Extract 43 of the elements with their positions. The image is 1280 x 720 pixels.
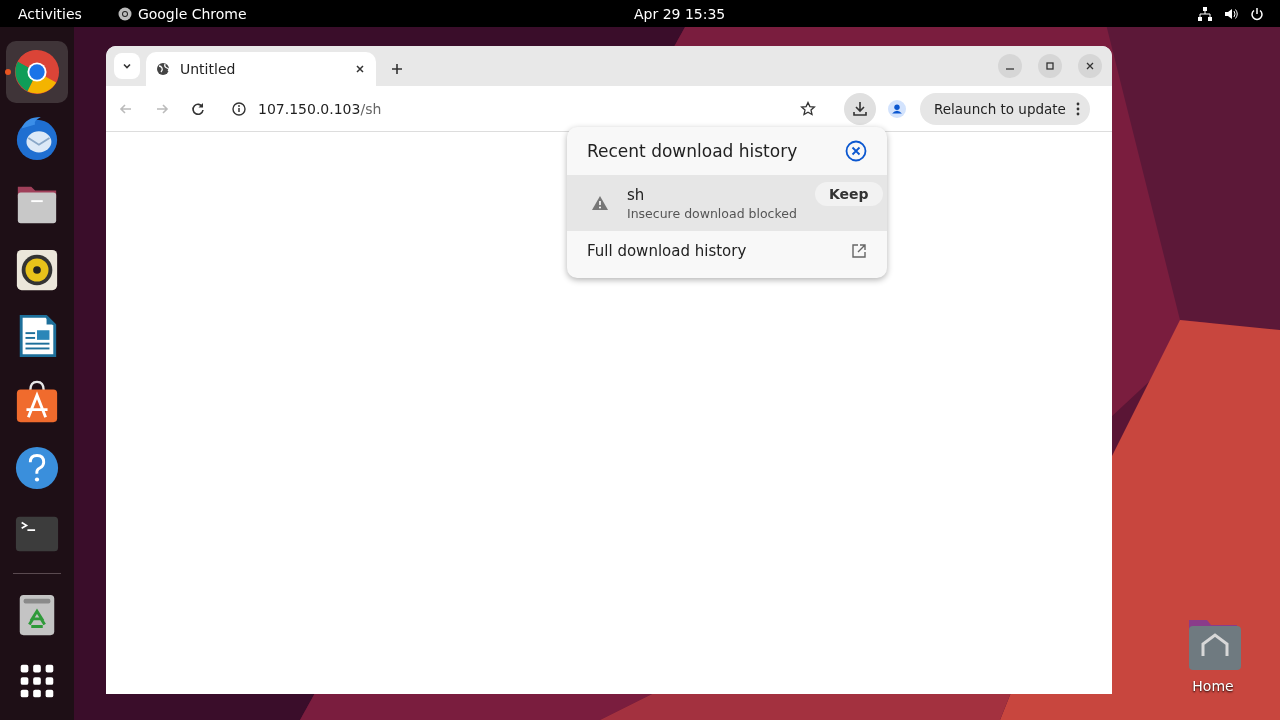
external-link-icon — [851, 243, 867, 259]
download-item[interactable]: sh Insecure download blocked Keep — [567, 175, 887, 231]
globe-icon — [156, 62, 170, 76]
panel-title: Recent download history — [587, 141, 798, 161]
profile-icon[interactable] — [888, 99, 906, 118]
file-name: sh — [627, 185, 646, 204]
tab-title: Untitled — [180, 61, 237, 77]
more-icon — [1075, 101, 1080, 116]
browser-tab[interactable]: Untitled — [146, 52, 376, 86]
relaunch-button[interactable]: Relaunch to update — [920, 92, 1090, 125]
volume-icon[interactable] — [1224, 6, 1238, 21]
minimize-button[interactable] — [998, 54, 1022, 78]
clock[interactable]: Apr 29 15:35 — [634, 5, 726, 22]
close-icon — [1085, 61, 1095, 71]
chrome-icon — [117, 6, 132, 21]
reload-icon[interactable] — [190, 100, 206, 117]
star-icon[interactable] — [800, 100, 816, 117]
power-icon[interactable] — [1250, 6, 1264, 21]
activities-button[interactable]: Activities — [18, 5, 82, 22]
help-icon — [14, 445, 60, 491]
maximize-button[interactable] — [1038, 54, 1062, 78]
browser-icon — [14, 49, 60, 95]
full-history-link[interactable]: Full download history — [567, 231, 887, 271]
warning-icon — [591, 195, 609, 211]
new-tab-icon[interactable] — [390, 62, 404, 76]
minimize-icon — [1006, 68, 1014, 70]
url-text: 107.150.0.103/sh — [258, 100, 382, 117]
bird-mail-icon — [14, 115, 60, 161]
desktop-icon-label[interactable]: Home — [1192, 678, 1234, 694]
download-icon — [852, 100, 868, 117]
network-icon[interactable] — [1198, 6, 1212, 21]
close-button[interactable] — [1078, 54, 1102, 78]
download-status: Insecure download blocked — [627, 205, 797, 221]
speaker-icon — [14, 247, 60, 293]
maximize-icon — [1045, 61, 1055, 71]
close-icon[interactable] — [354, 63, 366, 75]
info-icon — [232, 101, 246, 116]
app-menu[interactable]: Google Chrome — [137, 5, 247, 22]
dock-item[interactable] — [6, 41, 68, 103]
download-button[interactable] — [844, 92, 876, 125]
shopping-bag-icon — [14, 379, 60, 425]
keep-button[interactable]: Keep — [814, 182, 883, 206]
close-icon[interactable] — [845, 140, 867, 162]
